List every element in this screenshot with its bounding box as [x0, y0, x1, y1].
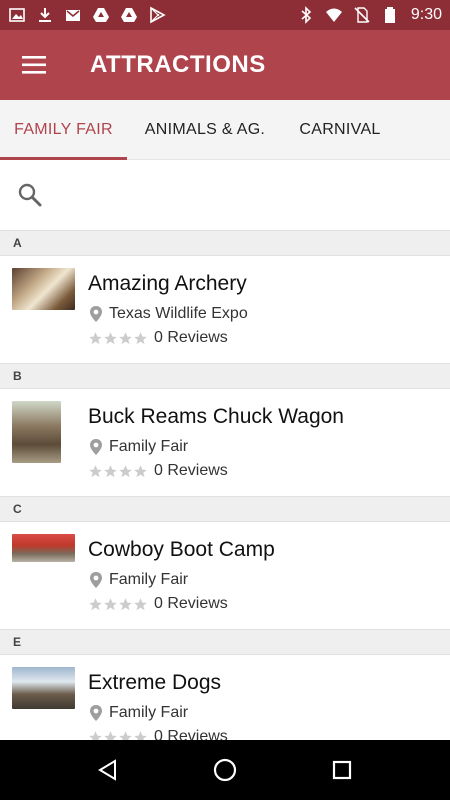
star-rating — [88, 331, 148, 346]
location-label: Family Fair — [109, 704, 189, 721]
download-icon — [36, 6, 54, 24]
recents-icon — [332, 760, 351, 780]
list-item[interactable]: Extreme Dogs Family Fair 0 Reviews — [0, 655, 450, 740]
bluetooth-icon — [297, 6, 315, 24]
location-label: Texas Wildlife Expo — [109, 305, 248, 322]
back-button[interactable] — [88, 750, 128, 790]
location-pin-icon — [88, 438, 104, 456]
tab-bar: FAMILY FAIR ANIMALS & AG. CARNIVAL — [0, 100, 450, 160]
location-label: Family Fair — [109, 438, 189, 455]
notification-icons — [8, 6, 166, 24]
no-sim-icon — [353, 6, 371, 24]
star-icon — [118, 597, 133, 612]
star-icon — [118, 464, 133, 479]
star-rating — [88, 730, 148, 740]
star-icon — [103, 331, 118, 346]
star-icon — [133, 597, 148, 612]
battery-icon — [381, 6, 399, 24]
star-icon — [103, 597, 118, 612]
list-item[interactable]: Amazing Archery Texas Wildlife Expo 0 Re… — [0, 256, 450, 363]
play-store-icon — [148, 6, 166, 24]
star-icon — [88, 730, 103, 740]
attraction-thumbnail — [12, 401, 61, 463]
page-title: ATTRACTIONS — [90, 51, 266, 78]
attraction-thumbnail — [12, 667, 75, 709]
location-pin-icon — [88, 571, 104, 589]
section-header-b: B — [0, 363, 450, 389]
attraction-thumbnail — [12, 268, 75, 310]
tab-carnival[interactable]: CARNIVAL — [283, 100, 397, 159]
rating-row: 0 Reviews — [88, 329, 228, 347]
location-label: Family Fair — [109, 571, 189, 588]
star-icon — [118, 730, 133, 740]
hamburger-menu-icon — [22, 56, 46, 74]
star-icon — [133, 730, 148, 740]
rating-row: 0 Reviews — [88, 728, 228, 740]
attraction-title: Extreme Dogs — [88, 671, 222, 694]
star-icon — [103, 730, 118, 740]
review-count: 0 Reviews — [154, 329, 228, 346]
drive-icon — [92, 6, 110, 24]
attraction-title: Cowboy Boot Camp — [88, 538, 275, 561]
search-input[interactable] — [57, 175, 437, 215]
attraction-location: Family Fair — [88, 438, 188, 456]
star-icon — [133, 464, 148, 479]
section-header-c: C — [0, 496, 450, 522]
recents-button[interactable] — [322, 750, 362, 790]
back-icon — [98, 759, 117, 781]
list-item[interactable]: Cowboy Boot Camp Family Fair 0 Reviews — [0, 522, 450, 629]
app-bar: ATTRACTIONS — [0, 30, 450, 100]
list-item[interactable]: Buck Reams Chuck Wagon Family Fair 0 Rev… — [0, 389, 450, 496]
image-icon — [8, 6, 26, 24]
system-nav-bar — [0, 740, 450, 800]
star-rating — [88, 464, 148, 479]
menu-button[interactable] — [0, 30, 70, 100]
search-bar — [0, 160, 450, 230]
rating-row: 0 Reviews — [88, 595, 228, 613]
attraction-location: Family Fair — [88, 571, 188, 589]
star-rating — [88, 597, 148, 612]
system-icons: 9:30 — [297, 6, 442, 24]
section-header-e: E — [0, 629, 450, 655]
location-pin-icon — [88, 704, 104, 722]
status-bar: 9:30 — [0, 0, 450, 30]
attraction-thumbnail — [12, 534, 75, 562]
tab-animals-ag[interactable]: ANIMALS & AG. — [127, 100, 283, 159]
gmail-icon — [64, 6, 82, 24]
star-icon — [133, 331, 148, 346]
drive-icon — [120, 6, 138, 24]
star-icon — [118, 331, 133, 346]
search-icon[interactable] — [17, 182, 43, 208]
wifi-icon — [325, 6, 343, 24]
attractions-list[interactable]: A Amazing Archery Texas Wildlife Expo 0 … — [0, 230, 450, 740]
attraction-title: Amazing Archery — [88, 272, 247, 295]
attraction-title: Buck Reams Chuck Wagon — [88, 405, 344, 428]
attraction-location: Family Fair — [88, 704, 188, 722]
star-icon — [103, 464, 118, 479]
star-icon — [88, 597, 103, 612]
star-icon — [88, 464, 103, 479]
home-icon — [213, 758, 237, 782]
star-icon — [88, 331, 103, 346]
attraction-location: Texas Wildlife Expo — [88, 305, 248, 323]
review-count: 0 Reviews — [154, 595, 228, 612]
home-button[interactable] — [205, 750, 245, 790]
rating-row: 0 Reviews — [88, 462, 228, 480]
status-time: 9:30 — [410, 6, 442, 23]
review-count: 0 Reviews — [154, 728, 228, 740]
tab-family-fair[interactable]: FAMILY FAIR — [0, 100, 127, 160]
section-header-a: A — [0, 230, 450, 256]
review-count: 0 Reviews — [154, 462, 228, 479]
location-pin-icon — [88, 305, 104, 323]
